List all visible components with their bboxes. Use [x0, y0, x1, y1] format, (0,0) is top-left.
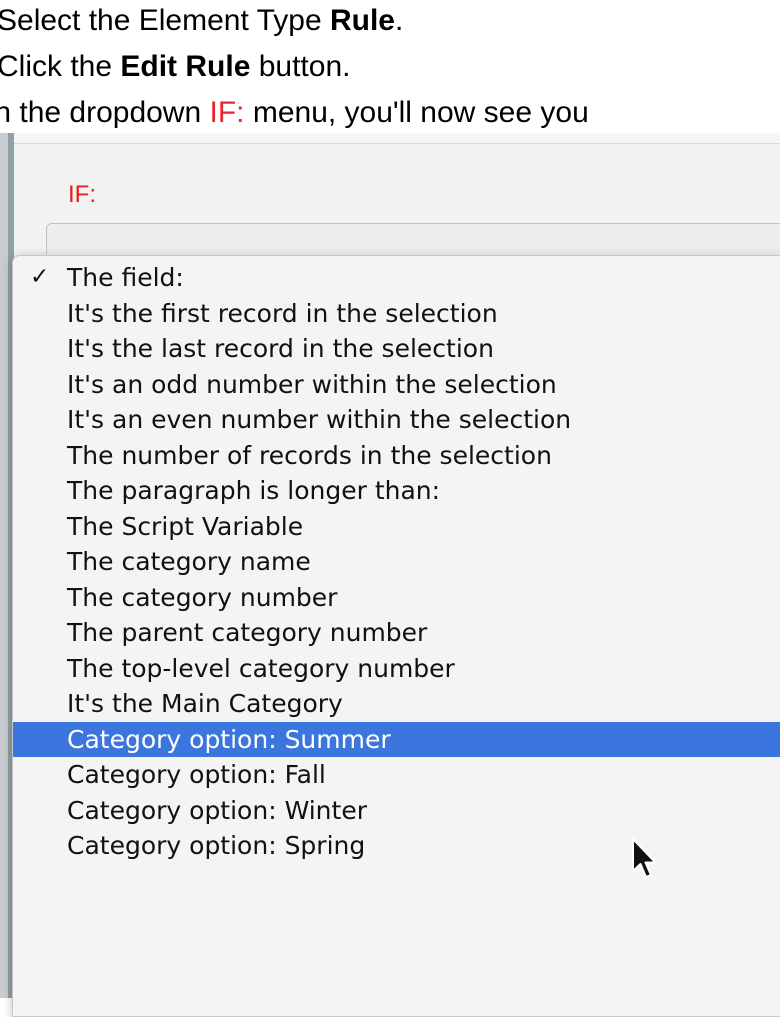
- menu-item[interactable]: The Script Variable: [13, 509, 780, 544]
- menu-item[interactable]: Category option: Summer: [13, 721, 780, 757]
- if-dropdown-field[interactable]: [46, 223, 780, 254]
- menu-item-label: It's an odd number within the selection: [67, 369, 557, 399]
- menu-item[interactable]: It's the Main Category: [13, 686, 780, 721]
- menu-item-label: The category number: [67, 582, 338, 612]
- if-dropdown-menu: ✓ The field: It's the first record in the …: [12, 255, 780, 1017]
- menu-item-label: It's the last record in the selection: [67, 334, 494, 363]
- menu-item-label: Category option: Winter: [67, 795, 367, 825]
- menu-item[interactable]: The category number: [13, 580, 780, 615]
- menu-item-label: It's an even number within the selection: [67, 405, 572, 434]
- if-label: IF:: [68, 181, 96, 208]
- menu-item-label: The category name: [67, 547, 311, 576]
- menu-item[interactable]: The top-level category number: [13, 651, 780, 686]
- instruction-text: button.: [250, 50, 351, 83]
- menu-item-label: The Script Variable: [67, 511, 304, 541]
- menu-item[interactable]: It's an even number within the selection: [13, 402, 780, 437]
- menu-item[interactable]: It's the last record in the selection: [13, 331, 780, 366]
- menu-item-label: Category option: Summer: [67, 724, 391, 754]
- menu-item[interactable]: It's the first record in the selection: [13, 296, 780, 331]
- instruction-text: menu, you'll now see you: [244, 96, 589, 129]
- menu-item[interactable]: Category option: Spring: [13, 828, 780, 863]
- instruction-text: Select the Element Type: [0, 4, 330, 37]
- mouse-pointer-icon: [632, 838, 657, 878]
- menu-item[interactable]: The number of records in the selection: [13, 438, 780, 473]
- menu-item[interactable]: The paragraph is longer than:: [13, 473, 780, 508]
- instruction-text: Click the: [0, 50, 121, 83]
- menu-item[interactable]: The category name: [13, 544, 780, 579]
- instruction-line-1: Select the Element Type Rule.: [0, 3, 780, 39]
- panel-top-edge: [14, 133, 780, 144]
- menu-item-label: It's the Main Category: [67, 689, 343, 718]
- instruction-text: In the dropdown: [0, 96, 210, 129]
- menu-item-label: Category option: Fall: [67, 760, 326, 789]
- instruction-bold: Edit Rule: [120, 50, 251, 83]
- instruction-red: IF:: [209, 96, 245, 129]
- checkmark-icon: ✓: [30, 264, 50, 290]
- instruction-bold: Rule: [329, 4, 395, 37]
- menu-item-label: The field:: [67, 263, 184, 292]
- menu-item-label: The paragraph is longer than:: [67, 476, 441, 505]
- menu-item[interactable]: Category option: Fall: [13, 757, 780, 792]
- instruction-line-3: In the dropdown IF: menu, you'll now see…: [0, 95, 780, 131]
- menu-item[interactable]: The parent category number: [13, 615, 780, 650]
- instruction-line-2: Click the Edit Rule button.: [0, 49, 780, 85]
- menu-item[interactable]: Category option: Winter: [13, 793, 780, 828]
- instruction-text: .: [395, 4, 404, 37]
- menu-item-label: The number of records in the selection: [67, 440, 552, 470]
- menu-item-label: It's the first record in the selection: [67, 298, 498, 328]
- menu-item-label: The parent category number: [67, 618, 428, 647]
- menu-item-label: The top-level category number: [67, 653, 455, 683]
- menu-item-label: Category option: Spring: [67, 831, 366, 860]
- menu-item[interactable]: ✓ The field:: [13, 260, 780, 295]
- menu-item[interactable]: It's an odd number within the selection: [13, 367, 780, 402]
